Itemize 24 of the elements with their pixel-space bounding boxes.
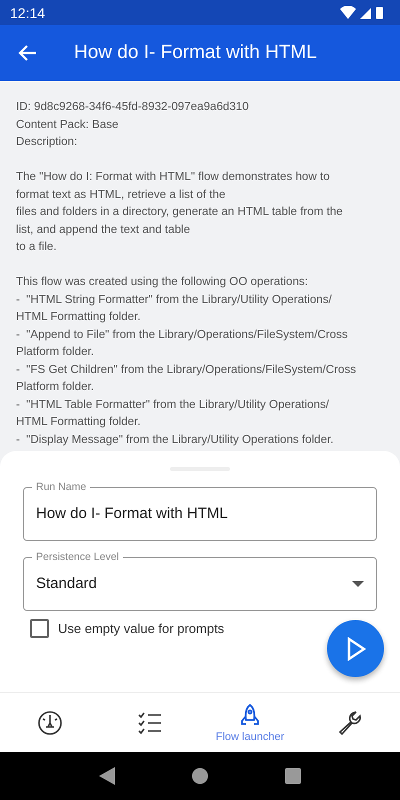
description-paragraph: This flow was created using the following OO operations: - "HTML String Formatter" from the Library/Utility Operations/ HTML Formatting folder. - "Append to File" from the Library/Operations/FileSystem/Cross Platform folder. - "FS Get Children" from the Library/Operations/FileSystem/Cross Platform folder. - "HTML Table Formatter" from the Library/Utility Operations/ HTML Formatting folder. - "Display Message" from the Library/Utility Operations folder. [16, 274, 358, 448]
wrench-icon [337, 710, 363, 736]
home-icon[interactable] [192, 768, 208, 784]
content-pack: Content Pack: Base [16, 116, 120, 132]
gauge-icon [37, 710, 63, 736]
description-paragraph: The "How do I: Format with HTML" flow demonstrates how to format text as HTML, retrieve a list of the files and folders in a directory, generate an HTML table from the list, and append the text and table to a file. [16, 169, 344, 255]
field-label: Run Name [35, 481, 88, 493]
screen-title: How do I- Format with HTML [74, 42, 317, 64]
checklist-icon [137, 710, 163, 736]
run-button[interactable] [327, 620, 384, 677]
checkbox[interactable] [30, 619, 49, 638]
dropdown-caret-icon [352, 580, 364, 586]
play-icon [346, 636, 366, 660]
checkbox-label: Use empty value for prompts [58, 621, 224, 636]
nav-tab[interactable]: Flow launcher [200, 693, 300, 752]
back-icon[interactable] [98, 767, 115, 785]
flow-id: ID: 9d8c9268-34f6-45fd-8932-097ea9a6d310 [16, 99, 250, 115]
field-label: Persistence Level [35, 551, 120, 563]
persistence-dropdown[interactable]: Persistence Level Standard [23, 551, 377, 611]
recents-icon[interactable] [285, 768, 302, 784]
description-label: Description: [16, 134, 78, 150]
run-name-field[interactable]: Run Name How do I- Format with HTML [23, 481, 377, 541]
status-time: 12:14 [10, 4, 46, 20]
back-arrow-icon[interactable] [18, 43, 38, 63]
